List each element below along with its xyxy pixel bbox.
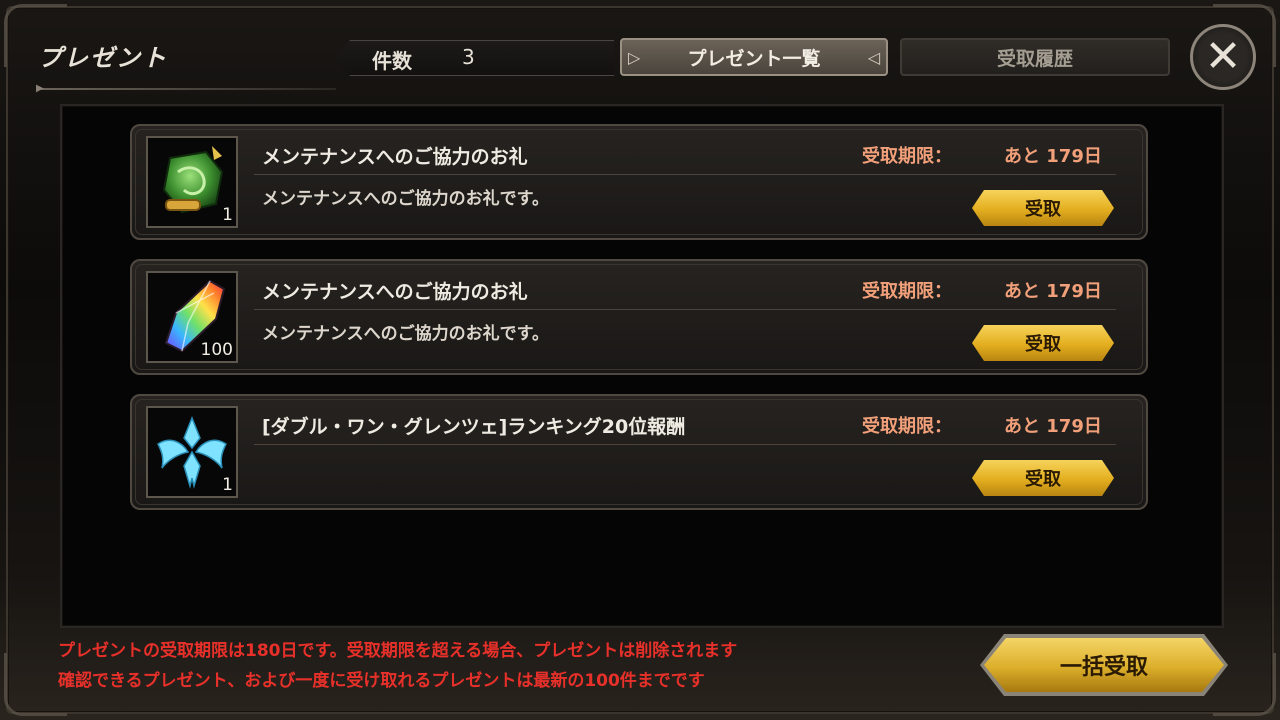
claim-button[interactable]: 受取: [972, 460, 1114, 496]
tab-label: プレゼント一覧: [687, 47, 821, 70]
deadline-label: 受取期限：: [862, 281, 952, 302]
claim-button[interactable]: 受取: [972, 325, 1114, 361]
tab-claim-history[interactable]: 受取履歴: [900, 38, 1170, 76]
item-description: メンテナンスへのご協力のお礼です。: [262, 189, 549, 209]
bulk-claim-button[interactable]: 一括受取: [984, 638, 1224, 692]
deadline-label: 受取期限：: [862, 146, 952, 167]
close-button[interactable]: ✕: [1190, 24, 1256, 90]
deadline-value: あと 179日: [1004, 416, 1102, 437]
tab-present-list[interactable]: ▷ プレゼント一覧 ◁: [620, 38, 888, 76]
present-card: 1 [ダブル・ワン・グレンツェ]ランキング20位報酬 受取期限： あと 179日…: [130, 394, 1148, 510]
tab-label: 受取履歴: [996, 47, 1073, 70]
present-card: 1 メンテナンスへのご協力のお礼 メンテナンスへのご協力のお礼です。 受取期限：…: [130, 124, 1148, 240]
title-underline: [36, 88, 336, 90]
blue-emblem-icon: 1: [146, 406, 238, 498]
rainbow-crystal-icon: 100: [146, 271, 238, 363]
title-arrow-icon: ▶: [36, 83, 44, 94]
present-card: 100 メンテナンスへのご協力のお礼 メンテナンスへのご協力のお礼です。 受取期…: [130, 259, 1148, 375]
notice-line: 確認できるプレゼント、および一度に受け取れるプレゼントは最新の100件までです: [58, 671, 705, 691]
divider: [254, 174, 1116, 175]
green-scroll-icon: 1: [146, 136, 238, 228]
item-title: [ダブル・ワン・グレンツェ]ランキング20位報酬: [262, 416, 686, 438]
count-label: 件数: [372, 49, 412, 73]
notice-text: プレゼントの受取期限は180日です。受取期限を超える場合、プレゼントは削除されま…: [58, 636, 737, 696]
tab-right-arrow-icon: ◁: [867, 48, 880, 67]
deadline-value: あと 179日: [1004, 146, 1102, 167]
deadline-label: 受取期限：: [862, 416, 952, 437]
item-description: メンテナンスへのご協力のお礼です。: [262, 324, 549, 344]
item-quantity: 100: [200, 340, 233, 360]
item-title: メンテナンスへのご協力のお礼: [262, 281, 528, 303]
claim-button[interactable]: 受取: [972, 190, 1114, 226]
item-title: メンテナンスへのご協力のお礼: [262, 146, 528, 168]
page-title: プレゼント: [38, 44, 168, 72]
tab-left-arrow-icon: ▷: [628, 48, 641, 67]
item-quantity: 1: [222, 475, 233, 495]
close-icon: ✕: [1204, 31, 1242, 82]
count-value: 3: [462, 45, 475, 69]
deadline-value: あと 179日: [1004, 281, 1102, 302]
item-quantity: 1: [222, 205, 233, 225]
divider: [254, 309, 1116, 310]
divider: [254, 444, 1116, 445]
notice-line: プレゼントの受取期限は180日です。受取期限を超える場合、プレゼントは削除されま…: [58, 641, 738, 661]
